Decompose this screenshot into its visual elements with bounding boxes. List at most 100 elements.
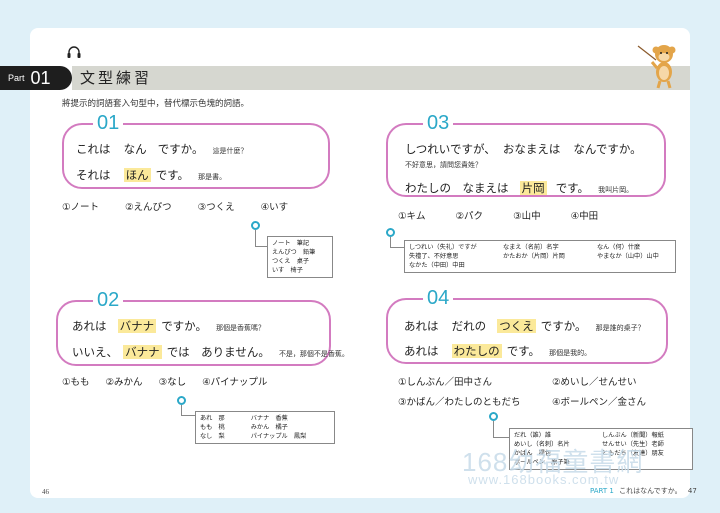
- highlight-word: バナナ: [117, 319, 157, 333]
- part-label: Part: [8, 73, 25, 83]
- exercise-03-options: ①キム ②パク ③山中 ④中田: [398, 208, 598, 222]
- monkey-mascot-illustration: [637, 45, 676, 89]
- callout-line: [390, 247, 404, 248]
- sentence-part: です。: [155, 168, 190, 182]
- vocab-column: なん（何）什麼 やまなか（山中）山中: [597, 243, 659, 261]
- highlight-word: ほん: [123, 168, 151, 182]
- page-number-left: 46: [42, 488, 49, 496]
- instruction-text: 將提示的詞語套入句型中，替代標示色塊的詞語。: [62, 99, 250, 109]
- option-item: ①ノート: [62, 202, 100, 213]
- part-tab: Part 01: [0, 66, 72, 90]
- callout-line: [255, 246, 267, 247]
- option-item: ①もも: [62, 377, 90, 388]
- option-item: ④中田: [570, 211, 599, 222]
- page-title: 文型練習: [80, 69, 153, 87]
- option-item: ③つくえ: [197, 202, 235, 213]
- exercise-02-line2: いいえ、 バナナ では ありません。 不是，那個不是香蕉。: [72, 341, 349, 360]
- sentence-part: わたしの なまえは: [405, 181, 509, 195]
- watermark-url: www.168books.com.tw: [468, 472, 620, 487]
- exercise-number-01: 01: [93, 112, 124, 135]
- exercise-02-options: ①もも ②みかん ③なし ④パイナップル: [62, 374, 267, 388]
- callout-line: [493, 421, 494, 437]
- option-item: ③山中: [513, 211, 541, 222]
- vocab-item: しんぶん（新聞）報紙: [601, 432, 664, 439]
- option-item: ②パク: [455, 211, 484, 222]
- highlight-word: つくえ: [497, 319, 536, 333]
- vocab-item: なかた（中田）中田: [409, 262, 465, 269]
- translation: 我叫片岡。: [598, 186, 634, 194]
- sentence-part: ですか。: [540, 319, 587, 333]
- sentence-part: おなまえは: [502, 142, 561, 156]
- option-item: ③なし: [158, 377, 187, 388]
- vocab-item: いす 椅子: [272, 267, 303, 274]
- callout-line: [255, 230, 256, 246]
- vocab-item: なん（何）什麼: [596, 244, 641, 251]
- vocab-column: バナナ 香蕉 みかん 橘子 パイナップル 鳳梨: [251, 414, 307, 441]
- vocab-column: ノート 筆記 えんぴつ 鉛筆 つくえ 桌子 いす 椅子: [272, 239, 315, 275]
- vocab-item: かたおか（片岡）片岡: [502, 253, 565, 260]
- vocab-column: しつれい（失礼）ですが 失禮了、不好意思 なかた（中田）中田: [409, 243, 497, 270]
- vocab-box-01: ノート 筆記 えんぴつ 鉛筆 つくえ 桌子 いす 椅子: [267, 236, 333, 278]
- translation: 那是書。: [198, 173, 227, 181]
- option-item: ②えんぴつ: [125, 202, 172, 213]
- headphone-icon: [67, 46, 81, 58]
- vocab-item: やまなか（山中）山中: [596, 253, 659, 260]
- option-item: ③かばん／わたしのともだち: [398, 397, 521, 408]
- footer-chapter: これはなんですか。: [619, 487, 682, 495]
- exercise-01-line1: これは なん ですか。 這是什麼？: [76, 138, 248, 157]
- vocab-item: みかん 橘子: [250, 424, 288, 431]
- vocab-item: 失禮了、不好意思: [409, 253, 459, 260]
- option-item: ①キム: [398, 211, 426, 222]
- sentence-part: だれの: [451, 319, 487, 333]
- option-item: ②めいし／せんせい: [552, 377, 637, 388]
- vocab-item: つくえ 桌子: [272, 258, 310, 265]
- vocab-item: あれ 那: [200, 415, 225, 422]
- highlight-word: バナナ: [123, 345, 162, 359]
- exercise-01-line2: それは ほん です。 那是書。: [76, 164, 226, 183]
- highlight-word: 片岡: [519, 181, 547, 195]
- vocab-item: なし 梨: [200, 433, 225, 440]
- highlight-word: わたしの: [451, 344, 502, 358]
- option-item: ①しんぶん／田中さん: [398, 377, 493, 388]
- option-item: ④パイナップル: [202, 377, 268, 388]
- translation: 那個是香蕉嗎？: [216, 324, 266, 332]
- vocab-item: ノート 筆記: [272, 240, 310, 247]
- exercise-03-line2: わたしの なまえは 片岡 です。 我叫片岡。: [405, 177, 633, 196]
- callout-dot: [177, 396, 186, 405]
- callout-line: [390, 237, 391, 247]
- option-item: ②みかん: [105, 377, 143, 388]
- sentence-part: これは: [76, 142, 111, 156]
- exercise-02-line1: あれは バナナ ですか。 那個是香蕉嗎？: [72, 315, 265, 334]
- sentence-part: それは: [76, 168, 111, 182]
- exercise-04-line2: あれは わたしの です。 那個是我的。: [404, 340, 591, 359]
- translation: 那是誰的桌子？: [595, 324, 645, 332]
- sentence-part: なん: [123, 142, 147, 156]
- vocab-item: もも 桃: [200, 424, 225, 431]
- option-item: ④ボールペン／金さん: [552, 397, 647, 408]
- translation: 不好意思，請問您貴姓？: [405, 161, 482, 169]
- vocab-item: だれ（誰）誰: [514, 432, 552, 439]
- part-number: 01: [30, 67, 51, 88]
- running-footer: PART 1 これはなんですか。 47: [590, 486, 697, 496]
- vocab-box-03: しつれい（失礼）ですが 失禮了、不好意思 なかた（中田）中田 なまえ（名前）名字…: [404, 240, 676, 273]
- callout-line: [181, 415, 195, 416]
- sentence-part: です。: [555, 181, 590, 195]
- sentence-part: では ありません。: [166, 345, 270, 359]
- vocab-column: なまえ（名前）名字 かたおか（片岡）片岡: [503, 243, 591, 261]
- sentence-part: ですか。: [161, 319, 207, 333]
- sentence-part: ですか。: [157, 142, 204, 156]
- callout-line: [181, 405, 182, 415]
- sentence-part: いいえ、: [72, 345, 118, 359]
- translation: 不是，那個不是香蕉。: [278, 350, 349, 358]
- footer-part-ref: PART 1: [590, 487, 614, 495]
- vocab-box-02: あれ 那 もも 桃 なし 梨 バナナ 香蕉 みかん 橘子 パイナップル 鳳梨: [195, 411, 335, 444]
- exercise-01-options: ①ノート ②えんぴつ ③つくえ ④いす: [62, 199, 288, 213]
- exercise-04-line1: あれは だれの つくえ ですか。 那是誰的桌子？: [404, 315, 645, 334]
- exercise-number-04: 04: [423, 287, 454, 310]
- sentence-part: あれは: [404, 319, 439, 333]
- page-number-right: 47: [687, 487, 697, 495]
- sentence-part: あれは: [72, 319, 107, 333]
- vocab-column: あれ 那 もも 桃 なし 梨: [200, 414, 225, 441]
- translation: 這是什麼？: [212, 147, 248, 155]
- exercise-number-02: 02: [93, 289, 124, 312]
